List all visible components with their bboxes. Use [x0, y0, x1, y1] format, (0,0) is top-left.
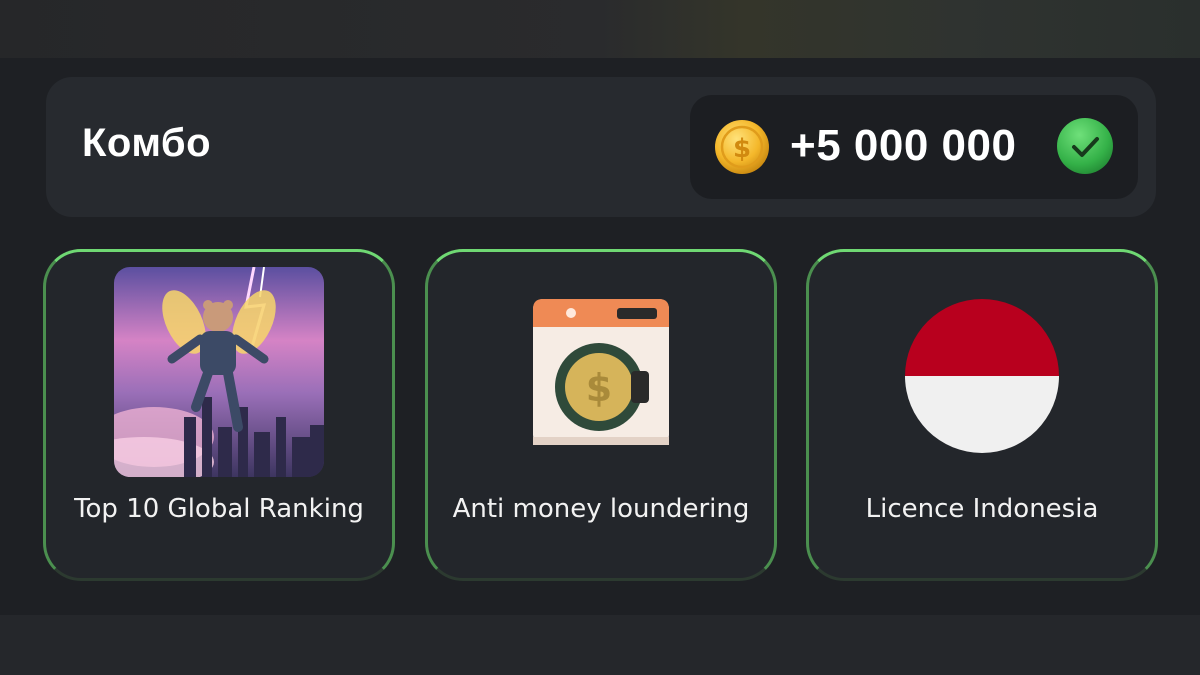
svg-text:$: $	[733, 134, 751, 164]
bottom-bar	[0, 615, 1200, 675]
combo-title: Комбо	[82, 121, 212, 165]
combo-header: Комбо $ +5 000 000	[46, 77, 1156, 217]
washing-machine-coin-icon: $	[533, 299, 669, 445]
top-bar	[0, 0, 1200, 58]
card-label: Anti money loundering	[452, 494, 750, 524]
combo-card-licence[interactable]: Licence Indonesia	[806, 249, 1158, 581]
gold-coin-icon: $	[715, 120, 769, 174]
combo-card-aml[interactable]: $ Anti money loundering	[425, 249, 777, 581]
card-label: Licence Indonesia	[865, 494, 1099, 524]
combo-card-ranking[interactable]: Top 10 Global Ranking	[43, 249, 395, 581]
svg-text:$: $	[586, 366, 612, 410]
indonesia-flag-icon	[905, 299, 1059, 453]
combo-reward: $ +5 000 000	[690, 95, 1138, 199]
reward-amount: +5 000 000	[790, 121, 1017, 170]
hamster-astronaut-image	[114, 267, 324, 477]
green-check-icon	[1057, 118, 1113, 174]
card-label: Top 10 Global Ranking	[74, 494, 364, 524]
